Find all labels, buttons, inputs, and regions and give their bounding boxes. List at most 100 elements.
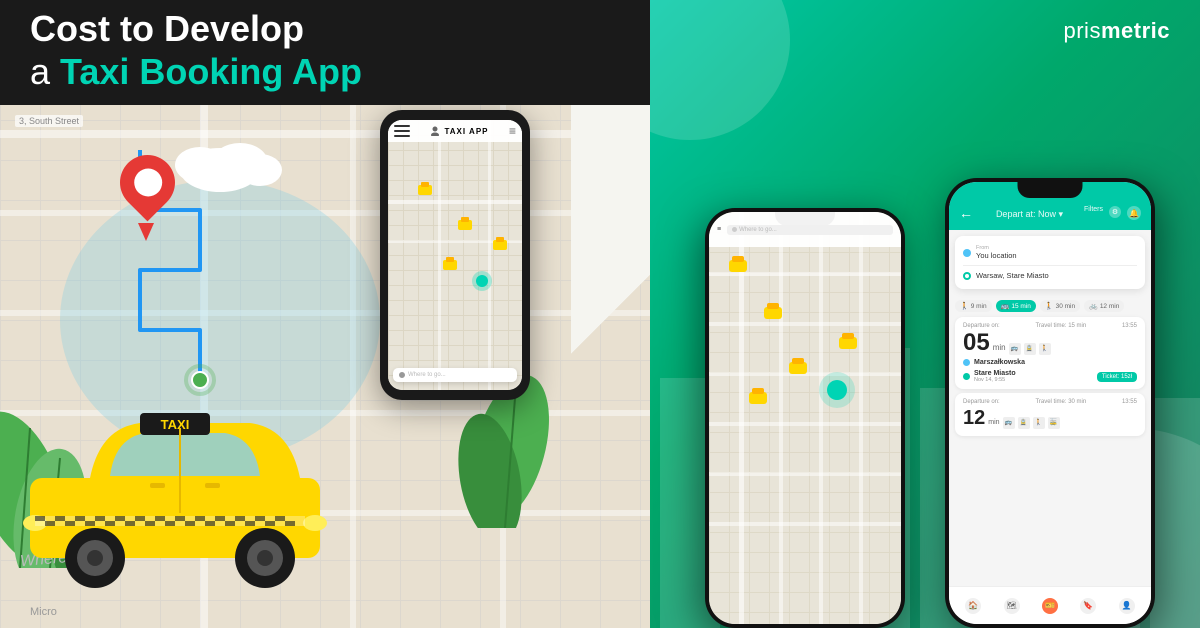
phone-app-name: TAXI APP	[444, 127, 488, 136]
fp-travel-walk2[interactable]: 🚶 30 min	[1040, 300, 1080, 312]
fp-back-button[interactable]	[959, 205, 975, 221]
bp-taxi-3	[789, 362, 807, 374]
phone-road-v2	[488, 120, 491, 390]
brand-logo: prismetric	[1064, 18, 1171, 44]
bp-destination	[827, 380, 847, 400]
fp-transport-icons2: 🚌 🚊 🚶 🚋	[1003, 417, 1060, 429]
micro-text: Micro	[30, 606, 57, 618]
fp-travel-bike[interactable]: 🚲 12 min	[1084, 300, 1124, 312]
fp-from-row: From You location	[963, 242, 1137, 263]
fp-card1-time: 13:55	[1122, 323, 1137, 329]
taxi-car-3	[443, 260, 457, 270]
svg-text:TAXI: TAXI	[161, 417, 190, 432]
left-panel: 3, South Street Home Cost to Develop a T…	[0, 0, 650, 628]
fp-nav-home[interactable]: 🏠	[965, 598, 981, 614]
bp-taxi-2	[764, 307, 782, 319]
fp-card2-minutes: 12	[963, 407, 985, 430]
phone-back-mockup: ≡ Where to go...	[705, 208, 905, 628]
fp-card2-time: 13:55	[1122, 399, 1137, 405]
fp-stop2-sub: Nov 14, 9:55	[974, 377, 1093, 383]
fp-t-icon-bus: 🚌	[1009, 343, 1021, 355]
fp-to-value: Warsaw, Stare Miasto	[976, 271, 1049, 280]
bp-header: ≡ Where to go...	[709, 212, 901, 247]
bp-hamburger: ≡	[717, 226, 721, 233]
bp-road-h6	[709, 522, 901, 526]
person-icon	[430, 126, 440, 136]
right-panel: prismetric	[650, 0, 1200, 628]
phone-search-text: Where to go...	[408, 372, 446, 378]
road-h1	[0, 130, 650, 138]
fp-stop1: Marszałkowska	[963, 359, 1137, 366]
phone-front-mockup: Depart at: Now ▾ Filters ⚙ 🔔	[945, 178, 1155, 628]
fp-input-section: From You location Warsaw, Stare Miasto	[955, 236, 1145, 289]
header-text: Cost to Develop a Taxi Booking App	[30, 7, 362, 93]
fp-travel-walk1[interactable]: 🚶 9 min	[955, 300, 992, 312]
fp-t-icon-walk2: 🚶	[1033, 417, 1045, 429]
fp-header-title: Depart at: Now ▾	[996, 209, 1063, 219]
bp-search-input[interactable]: Where to go...	[727, 225, 893, 235]
fp-card1-travel-label: Travel time: 15 min	[1035, 323, 1086, 329]
fp-bell-icon[interactable]: 🔔	[1127, 206, 1141, 220]
headline-highlight: Taxi Booking App	[60, 51, 362, 92]
fp-nav-profile-icon[interactable]: 👤	[1119, 598, 1135, 614]
fp-nav-map-icon[interactable]: 🗺	[1004, 598, 1020, 614]
fp-nav-bookmark-icon[interactable]: 🔖	[1080, 598, 1096, 614]
fp-card2-header: Departure on: Travel time: 30 min 13:55	[963, 399, 1137, 405]
fp-settings-icon[interactable]: ⚙	[1109, 206, 1121, 218]
bp-road-h4	[709, 422, 901, 426]
taxi-car-2	[458, 220, 472, 230]
headline-line2: a Taxi Booking App	[30, 50, 362, 93]
phones-container: ≡ Where to go...	[685, 68, 1165, 628]
fp-nav-ticket-icon[interactable]: 🎫	[1042, 598, 1058, 614]
fp-card2: Departure on: Travel time: 30 min 13:55 …	[955, 393, 1145, 436]
taxi-car-4	[493, 240, 507, 250]
bp-taxi-1	[729, 260, 747, 272]
fp-header-right: Filters ⚙ 🔔	[1084, 206, 1141, 220]
brand-name: prismetric	[1064, 18, 1171, 43]
fp-ticket-btn[interactable]: Ticket: 15zł	[1097, 372, 1137, 382]
fp-bottom-nav: 🏠 🗺 🎫 🔖 👤	[949, 586, 1151, 624]
phone-left-mockup: TAXI APP ≡	[380, 110, 530, 400]
fp-t-icon-train2: 🚊	[1018, 417, 1030, 429]
fp-card2-travel-label: Travel time: 30 min	[1035, 399, 1086, 405]
fp-travel-bus[interactable]: 🚌 15 min	[996, 300, 1036, 312]
fp-stop2: Stare Miasto Nov 14, 9:55 Ticket: 15zł	[963, 370, 1137, 383]
fp-travel-options: 🚶 9 min 🚌 15 min 🚶 30 min 🚲	[949, 295, 1151, 317]
fp-stop1-dot	[963, 359, 970, 366]
fp-card2-min-label: min	[988, 419, 999, 426]
clouds	[160, 115, 320, 200]
taxi-illustration: TAXI	[10, 368, 350, 593]
fp-t-icon-bus2: 🚌	[1003, 417, 1015, 429]
bp-road-h1	[709, 272, 901, 276]
phone-search-bar[interactable]: Where to go...	[393, 368, 517, 382]
fp-stop2-dot	[963, 373, 970, 380]
fp-stop1-name: Marszałkowska	[974, 359, 1025, 366]
fp-nav-home-icon[interactable]: 🏠	[965, 598, 981, 614]
destination-dot	[476, 275, 488, 287]
menu-dots: ≡	[509, 124, 516, 138]
fp-card1: Departure on: Travel time: 15 min 13:55 …	[955, 317, 1145, 389]
fp-filter-text: Filters	[1084, 206, 1103, 220]
fp-t-icon-walk: 🚶	[1039, 343, 1051, 355]
hamburger-icon	[394, 125, 410, 137]
bp-road-h5	[709, 472, 901, 476]
fp-t-icon-train: 🚊	[1024, 343, 1036, 355]
fp-t-icon-tram: 🚋	[1048, 417, 1060, 429]
fp-card2-dep-label: Departure on:	[963, 399, 1000, 405]
bp-road-h2	[709, 322, 901, 326]
fp-card1-minutes: 05	[963, 331, 990, 355]
fp-nav-ticket[interactable]: 🎫	[1042, 598, 1058, 614]
bp-taxi-5	[749, 392, 767, 404]
fp-stop2-name: Stare Miasto	[974, 370, 1093, 377]
fp-nav-profile[interactable]: 👤	[1119, 598, 1135, 614]
headline-line1: Cost to Develop	[30, 7, 362, 50]
bp-taxi-4	[839, 337, 857, 349]
fp-nav-bookmark[interactable]: 🔖	[1080, 598, 1096, 614]
bp-search-text: Where to go...	[739, 227, 777, 233]
fp-nav-map[interactable]: 🗺	[1004, 598, 1020, 614]
taxi-car-1	[418, 185, 432, 195]
fp-from-value: You location	[976, 251, 1017, 260]
fp-card1-min-label: min	[993, 343, 1006, 352]
fp-transport-icons1: 🚌 🚊 🚶	[1009, 343, 1051, 355]
fp-to-dot	[963, 272, 971, 280]
